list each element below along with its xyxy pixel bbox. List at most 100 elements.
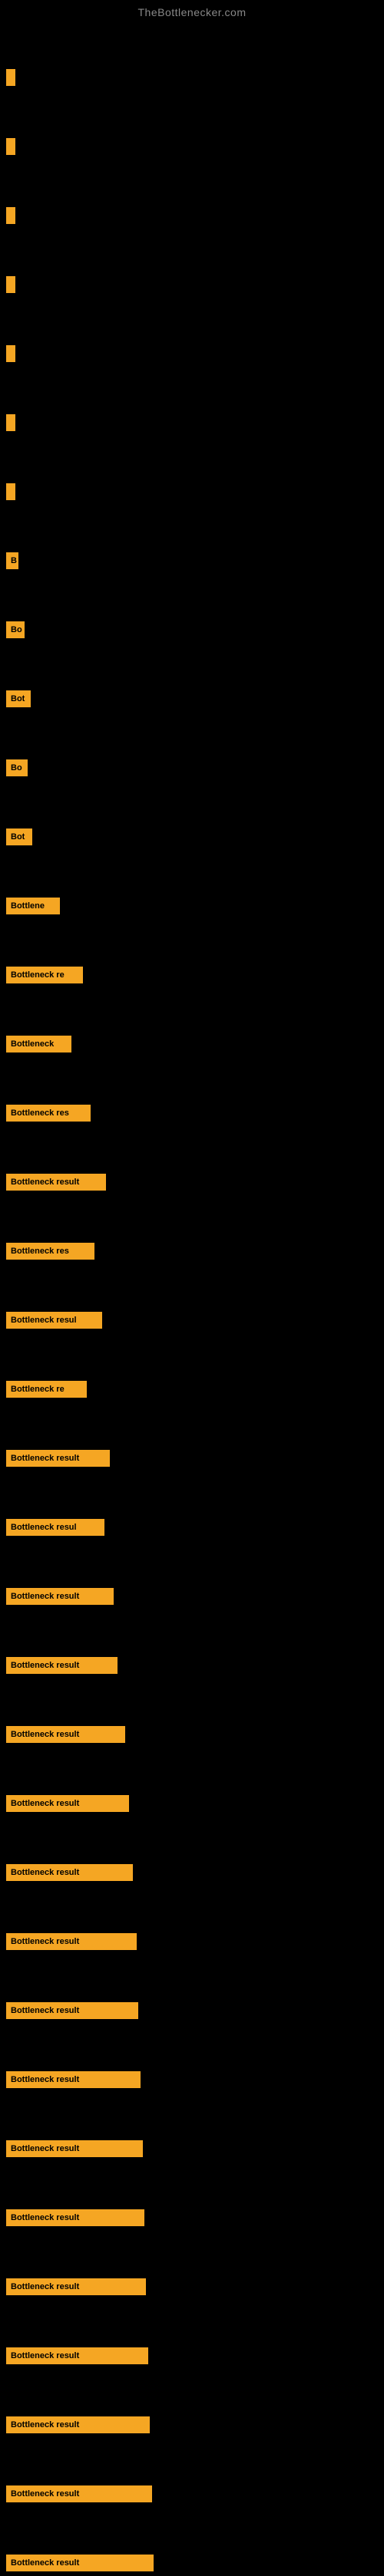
bar-label: Bottleneck resul bbox=[11, 1523, 77, 1532]
bar-row: Bottleneck result bbox=[0, 2555, 384, 2571]
bar: Bottleneck result bbox=[6, 2071, 141, 2088]
bar-row bbox=[0, 207, 384, 224]
bar: Bo bbox=[6, 759, 28, 776]
bar-row: Bottleneck result bbox=[0, 1795, 384, 1812]
bar-row: Bottleneck result bbox=[0, 2278, 384, 2295]
bar: Bottleneck result bbox=[6, 2278, 146, 2295]
bar bbox=[6, 276, 15, 293]
bar-row: Bottleneck res bbox=[0, 1105, 384, 1122]
bar-label: Bottleneck result bbox=[11, 2489, 79, 2499]
bar-label: Bottleneck result bbox=[11, 1661, 79, 1670]
bar-label: Bottleneck result bbox=[11, 2282, 79, 2291]
bar-row: Bottleneck bbox=[0, 1036, 384, 1052]
bar bbox=[6, 207, 15, 224]
bar-label: Bottleneck result bbox=[11, 1937, 79, 1946]
bar: Bottleneck result bbox=[6, 1864, 133, 1881]
bar-label: Bottleneck bbox=[11, 1039, 54, 1049]
bar-row: Bottleneck result bbox=[0, 1864, 384, 1881]
bar-row: Bot bbox=[0, 690, 384, 707]
bar-label: Bot bbox=[11, 694, 25, 703]
bar: Bottleneck result bbox=[6, 1795, 129, 1812]
bar: Bottleneck result bbox=[6, 2209, 144, 2226]
bar: Bottleneck result bbox=[6, 1450, 110, 1467]
bar: Bottleneck result bbox=[6, 2485, 152, 2502]
bar-row: Bottleneck resul bbox=[0, 1519, 384, 1536]
bar-label: Bo bbox=[11, 763, 22, 772]
bar-label: Bottleneck result bbox=[11, 1799, 79, 1808]
bar-row bbox=[0, 414, 384, 431]
bar-label: Bottlene bbox=[11, 901, 45, 911]
bars-container: B Bo Bot Bo Bot Bottlene Bottleneck re Bottlene… bbox=[0, 21, 384, 2571]
bar: Bottleneck result bbox=[6, 2002, 138, 2019]
bar-row: Bo bbox=[0, 621, 384, 638]
bar-label: Bottleneck res bbox=[11, 1247, 69, 1256]
bar: Bot bbox=[6, 828, 32, 845]
bar: B bbox=[6, 552, 18, 569]
bar-row: Bottleneck result bbox=[0, 1174, 384, 1191]
bar-label: Bottleneck res bbox=[11, 1108, 69, 1118]
bar-row bbox=[0, 69, 384, 86]
bar-label: Bottleneck re bbox=[11, 1385, 65, 1394]
bar-label: Bottleneck result bbox=[11, 2075, 79, 2084]
bar-row bbox=[0, 345, 384, 362]
bar-label: Bottleneck result bbox=[11, 2213, 79, 2222]
bar-row bbox=[0, 138, 384, 155]
bar: Bottleneck resul bbox=[6, 1519, 104, 1536]
bar: Bottleneck result bbox=[6, 1933, 137, 1950]
bar-label: Bottleneck result bbox=[11, 1730, 79, 1739]
bar: Bottleneck result bbox=[6, 1174, 106, 1191]
bar: Bottleneck res bbox=[6, 1105, 91, 1122]
bar: Bo bbox=[6, 621, 25, 638]
bar: Bottleneck result bbox=[6, 2416, 150, 2433]
bar-row: Bottleneck result bbox=[0, 1726, 384, 1743]
bar: Bottleneck bbox=[6, 1036, 71, 1052]
bar-label: Bottleneck resul bbox=[11, 1316, 77, 1325]
bar-row: Bot bbox=[0, 828, 384, 845]
bar: Bottlene bbox=[6, 898, 60, 914]
bar-row: Bottleneck resul bbox=[0, 1312, 384, 1329]
site-title: TheBottlenecker.com bbox=[0, 0, 384, 21]
bar-label: Bottleneck result bbox=[11, 2144, 79, 2153]
bar-row: Bottleneck result bbox=[0, 1450, 384, 1467]
bar bbox=[6, 138, 15, 155]
bar bbox=[6, 69, 15, 86]
bar-row bbox=[0, 483, 384, 500]
bar-label: B bbox=[11, 556, 17, 565]
bar: Bot bbox=[6, 690, 31, 707]
bar-label: Bottleneck result bbox=[11, 1454, 79, 1463]
bar-row: Bottleneck result bbox=[0, 2140, 384, 2157]
bar-row: Bo bbox=[0, 759, 384, 776]
bar-label: Bottleneck result bbox=[11, 1178, 79, 1187]
bar: Bottleneck result bbox=[6, 1657, 118, 1674]
bar: Bottleneck res bbox=[6, 1243, 94, 1260]
bar-row: B bbox=[0, 552, 384, 569]
bar-label: Bottleneck result bbox=[11, 1592, 79, 1601]
bar-row: Bottleneck result bbox=[0, 2347, 384, 2364]
bar-label: Bottleneck result bbox=[11, 2006, 79, 2015]
bar-label: Bottleneck re bbox=[11, 970, 65, 980]
bar: Bottleneck result bbox=[6, 1588, 114, 1605]
bar-row: Bottlene bbox=[0, 898, 384, 914]
bar-row: Bottleneck re bbox=[0, 967, 384, 983]
bar: Bottleneck re bbox=[6, 967, 83, 983]
bar: Bottleneck re bbox=[6, 1381, 87, 1398]
bar-label: Bot bbox=[11, 832, 25, 842]
bar-row: Bottleneck result bbox=[0, 2071, 384, 2088]
bar bbox=[6, 483, 15, 500]
bar-label: Bo bbox=[11, 625, 22, 634]
bar-row bbox=[0, 276, 384, 293]
bar: Bottleneck result bbox=[6, 1726, 125, 1743]
bar-row: Bottleneck re bbox=[0, 1381, 384, 1398]
bar-row: Bottleneck res bbox=[0, 1243, 384, 1260]
bar: Bottleneck result bbox=[6, 2555, 154, 2571]
bar bbox=[6, 345, 15, 362]
bar: Bottleneck result bbox=[6, 2347, 148, 2364]
bar-row: Bottleneck result bbox=[0, 1933, 384, 1950]
bar: Bottleneck resul bbox=[6, 1312, 102, 1329]
bar-row: Bottleneck result bbox=[0, 2485, 384, 2502]
bar bbox=[6, 414, 15, 431]
bar-label: Bottleneck result bbox=[11, 1868, 79, 1877]
bar-row: Bottleneck result bbox=[0, 1588, 384, 1605]
bar-label: Bottleneck result bbox=[11, 2558, 79, 2568]
bar-row: Bottleneck result bbox=[0, 2209, 384, 2226]
